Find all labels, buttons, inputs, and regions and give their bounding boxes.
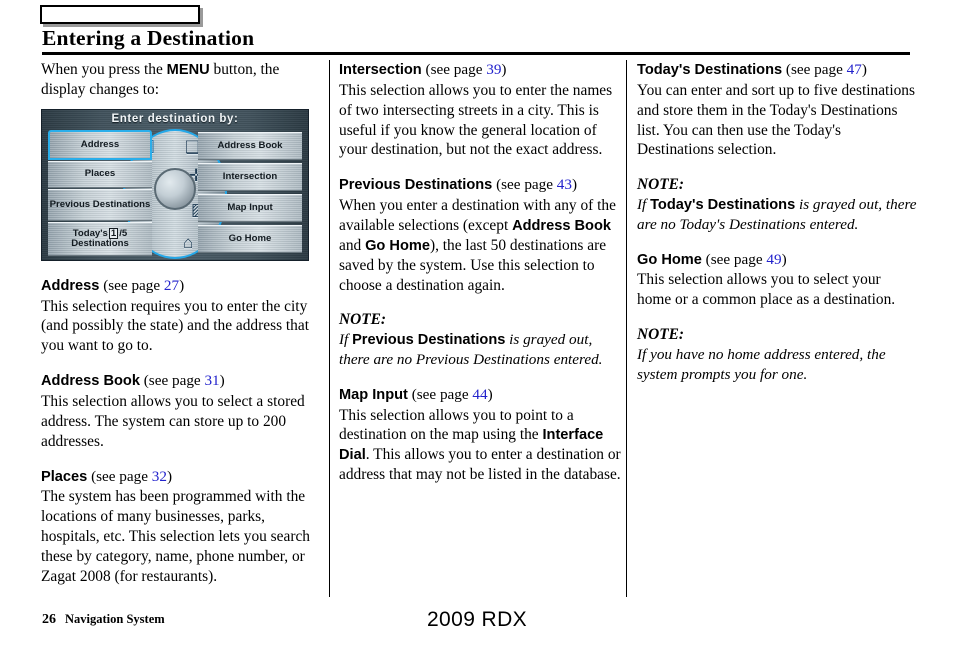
page-ref-27[interactable]: 27: [164, 277, 179, 294]
column-2: Intersection (see page 39) This selectio…: [339, 60, 623, 597]
section-body-intersection: This selection allows you to enter the n…: [339, 81, 613, 159]
section-heading-map-input: Map Input (see page 44): [339, 385, 623, 405]
page-ref-44[interactable]: 44: [472, 386, 487, 403]
interface-dial[interactable]: [154, 167, 196, 210]
nav-button-todays-destinations[interactable]: Today's 1/5 Destinations: [48, 221, 152, 256]
section-body-go-home: This selection allows you to select your…: [637, 271, 896, 309]
term-previous-destinations: Previous Destinations: [339, 177, 493, 194]
go-home-icon: ⌂: [183, 232, 194, 252]
note-body: If you have no home address entered, the…: [637, 346, 886, 383]
nav-button-address-book[interactable]: Address Book: [198, 131, 302, 160]
term-go-home: Go Home: [637, 251, 702, 268]
see-page-prefix: (see page: [701, 250, 767, 268]
body-part-2: and: [339, 236, 366, 254]
note-body: If Previous Destinations is grayed out, …: [339, 330, 623, 369]
section-body-previous-destinations: When you enter a destination with any of…: [339, 196, 623, 295]
inline-term-previous-destinations: Previous Destinations: [352, 332, 506, 349]
page-ref-43[interactable]: 43: [557, 176, 572, 193]
title-rule: [42, 52, 910, 55]
inline-term-todays-destinations: Today's Destinations: [650, 197, 796, 214]
page-footer: 26 Navigation System 2009 RDX: [0, 605, 954, 652]
see-page-suffix: ): [487, 385, 493, 403]
section-heading-previous-destinations: Previous Destinations (see page 43): [339, 175, 623, 195]
section-heading-go-home: Go Home (see page 49): [637, 250, 917, 270]
nav-todays-count-suffix: /5: [119, 227, 128, 239]
nav-button-address[interactable]: Address: [48, 129, 152, 160]
nav-todays-label2: Destinations: [71, 238, 129, 250]
section-heading-todays-destinations: Today's Destinations (see page 47): [637, 60, 917, 80]
note-title: NOTE:: [637, 326, 685, 344]
see-page-prefix: (see page: [139, 372, 205, 390]
page-title: Entering a Destination: [42, 26, 255, 50]
note-part-1: If: [637, 196, 651, 214]
nav-button-map-input[interactable]: Map Input: [198, 193, 302, 222]
nav-button-places[interactable]: Places: [48, 160, 152, 188]
term-todays-destinations: Today's Destinations: [637, 62, 783, 78]
model-name: 2009 RDX: [426, 608, 528, 631]
page-ref-49[interactable]: 49: [766, 251, 781, 268]
section-heading-places: Places (see page 32): [41, 467, 321, 487]
section-heading-address: Address (see page 27): [41, 276, 321, 296]
intro-paragraph: When you press the MENU button, the disp…: [41, 60, 321, 100]
note-body: If Today's Destinations is grayed out, t…: [637, 195, 917, 234]
see-page-suffix: ): [501, 61, 507, 78]
see-page-prefix: (see page: [407, 385, 473, 403]
content-columns: When you press the MENU button, the disp…: [0, 60, 954, 597]
section-body-address-book: This selection allows you to select a st…: [41, 393, 305, 450]
see-page-suffix: ): [571, 176, 578, 194]
nav-todays-label: Today's: [72, 227, 108, 239]
column-1: When you press the MENU button, the disp…: [41, 60, 321, 597]
see-page-suffix: ): [166, 467, 173, 485]
section-body-map-input: This selection allows you to point to a …: [339, 406, 623, 485]
section-body-address: This selection requires you to enter the…: [41, 297, 309, 355]
section-heading-intersection: Intersection (see page 39): [339, 60, 623, 80]
navigation-screen-illustration: Enter destination by: ▥ ❑ 🏢 ✛ ⌂ ▨ ⚑ ⌂ Ad…: [41, 108, 309, 261]
term-intersection: Intersection: [339, 62, 422, 78]
see-page-suffix: ): [219, 372, 225, 390]
note-home-address: NOTE: If you have no home address entere…: [637, 325, 917, 384]
note-part-1: If: [339, 331, 353, 349]
term-places: Places: [41, 468, 88, 485]
section-body-todays-destinations: You can enter and sort up to five destin…: [637, 81, 915, 159]
column-3: Today's Destinations (see page 47) You c…: [637, 60, 917, 597]
section-heading-address-book: Address Book (see page 31): [41, 371, 321, 391]
see-page-prefix: (see page: [99, 276, 164, 294]
nav-button-previous-destinations[interactable]: Previous Destinations: [48, 188, 152, 221]
page-ref-47[interactable]: 47: [847, 61, 862, 78]
inline-term-address-book: Address Book: [512, 218, 611, 235]
see-page-prefix: (see page: [782, 61, 847, 78]
page-ref-39[interactable]: 39: [486, 61, 501, 78]
page-ref-31[interactable]: 31: [204, 372, 219, 389]
nav-screen-title: Enter destination by:: [111, 112, 239, 125]
note-previous-destinations: NOTE: If Previous Destinations is grayed…: [339, 310, 623, 369]
menu-button-term: MENU: [166, 62, 210, 78]
see-page-suffix: ): [179, 276, 185, 294]
section-body-places: The system has been programmed with the …: [41, 488, 310, 585]
chapter-tab-box: [40, 5, 200, 24]
term-address-book: Address Book: [41, 373, 140, 390]
note-todays-destinations: NOTE: If Today's Destinations is grayed …: [637, 175, 917, 234]
intro-pre: When you press the: [41, 61, 167, 78]
term-map-input: Map Input: [339, 386, 408, 403]
column-divider-2: [626, 60, 627, 597]
page-ref-32[interactable]: 32: [152, 468, 167, 485]
note-title: NOTE:: [637, 176, 685, 194]
term-address: Address: [41, 277, 100, 294]
see-page-prefix: (see page: [87, 467, 152, 485]
note-title: NOTE:: [339, 311, 387, 329]
nav-left-buttons: Address Places Previous Destinations Tod…: [48, 129, 152, 258]
inline-term-go-home: Go Home: [365, 237, 430, 254]
see-page-suffix: ): [861, 61, 867, 78]
body-part-2: . This allows you to enter a destination…: [339, 446, 621, 484]
column-divider-1: [329, 60, 330, 597]
body-part-1: This selection allows you to point to a …: [339, 406, 574, 444]
page-header: Entering a Destination: [0, 0, 954, 56]
see-page-prefix: (see page: [492, 176, 557, 194]
nav-button-go-home[interactable]: Go Home: [198, 224, 302, 253]
nav-button-intersection[interactable]: Intersection: [198, 162, 302, 191]
see-page-prefix: (see page: [421, 61, 487, 78]
see-page-suffix: ): [781, 250, 787, 268]
nav-right-buttons: Address Book Intersection Map Input Go H…: [198, 130, 302, 258]
